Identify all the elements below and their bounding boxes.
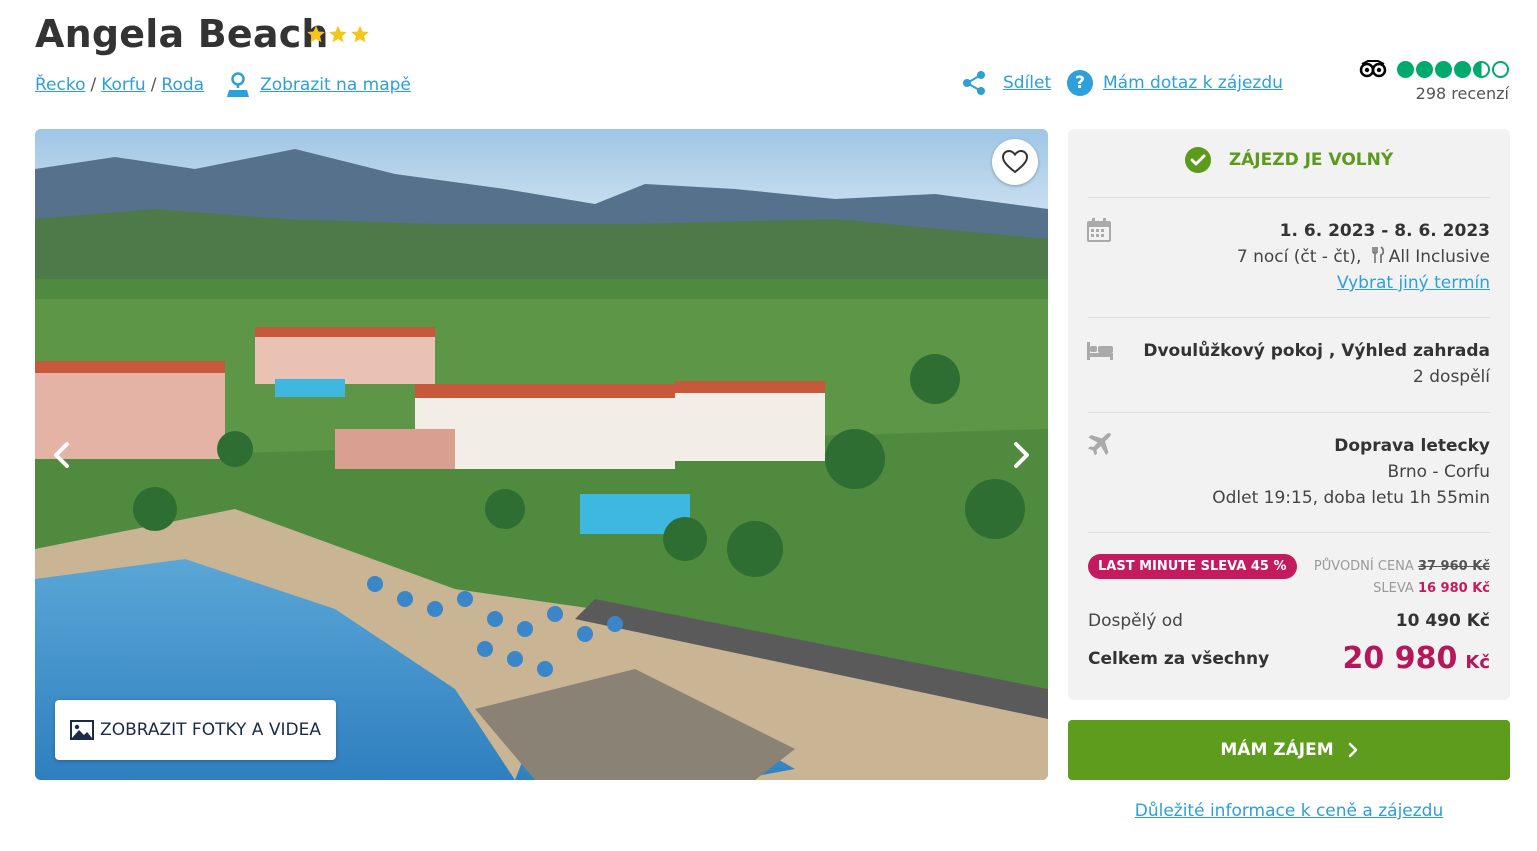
interest-button[interactable]: MÁM ZÁJEM [1068,720,1510,780]
chevron-right-icon [1348,742,1357,758]
review-count: 298 recenzí [1415,84,1509,103]
rating-bubble-icon [1416,60,1433,78]
image-icon [70,720,95,740]
photo-gallery[interactable]: ZOBRAZIT FOTKY A VIDEA [35,129,1048,780]
divider [1088,317,1490,318]
availability-status: ZÁJEZD JE VOLNÝ [1068,147,1510,173]
status-label: ZÁJEZD JE VOLNÝ [1228,150,1394,170]
favorite-button[interactable] [992,139,1038,185]
share-icon [963,71,985,95]
route: Brno - Corfu [1387,462,1491,482]
travel-dates: 1. 6. 2023 - 8. 6. 2023 [1279,221,1490,241]
total-price-row: Celkem za všechny 20 980 Kč [1088,641,1490,676]
price-breakdown: PŮVODNÍ CENA 37 960 Kč SLEVA 16 980 Kč [1314,556,1490,600]
show-photos-button[interactable]: ZOBRAZIT FOTKY A VIDEA [55,700,336,760]
term-info: 1. 6. 2023 - 8. 6. 2023 7 nocí (čt - čt)… [1237,218,1490,296]
chevron-left-icon [54,442,69,468]
map-link[interactable]: Zobrazit na mapě [260,75,411,95]
breadcrumb: Řecko / Korfu / Roda Zobrazit na mapě [35,72,411,98]
check-circle-icon [1184,147,1211,173]
share-button[interactable]: Sdílet [961,70,1051,96]
last-minute-badge: LAST MINUTE SLEVA 45 % [1088,554,1297,579]
star-icon [329,25,347,43]
change-term-link[interactable]: Vybrat jiný termín [1337,273,1490,293]
breadcrumb-separator: / [90,75,97,95]
show-photos-label: ZOBRAZIT FOTKY A VIDEA [100,720,321,740]
star-icon [351,25,369,43]
total-price-label: Celkem za všechny [1088,648,1270,669]
gallery-next-button[interactable] [1002,435,1042,475]
rating-bubble-half-icon [1473,60,1490,78]
breadcrumb-resort[interactable]: Roda [161,75,204,95]
discount-price: 16 980 Kč [1417,581,1490,596]
airplane-icon [1088,433,1111,456]
calendar-icon [1087,218,1111,242]
transport-type: Doprava letecky [1334,436,1490,456]
map-pin-icon [227,72,250,97]
breadcrumb-country[interactable]: Řecko [35,75,86,95]
transport-info: Doprava letecky Brno - Corfu Odlet 19:15… [1212,433,1490,511]
star-rating [306,24,370,44]
question-icon: ? [1067,70,1093,96]
gallery-prev-button[interactable] [41,435,81,475]
total-price: 20 980 [1342,641,1458,676]
cutlery-icon [1371,246,1384,263]
interest-button-label: MÁM ZÁJEM [1220,740,1334,760]
rating-bubble-empty-icon [1492,60,1509,78]
original-price: 37 960 Kč [1417,559,1490,574]
rating-bubble-icon [1435,60,1452,78]
original-price-label: PŮVODNÍ CENA [1313,559,1414,574]
hotel-photo [35,129,1048,780]
star-icon [307,25,325,43]
breadcrumb-separator: / [150,75,157,95]
tripadvisor-owl-icon [1359,60,1387,78]
share-label[interactable]: Sdílet [1003,73,1051,93]
breadcrumb-region[interactable]: Korfu [101,75,145,95]
discount-label: SLEVA [1373,581,1414,596]
map-link-container[interactable]: Zobrazit na mapě [226,72,411,98]
booking-panel: ZÁJEZD JE VOLNÝ 1. 6. 2023 - 8. 6. 2023 … [1068,129,1510,700]
room-type: Dvoulůžkový pokoj , Výhled zahrada [1143,341,1490,361]
important-info-container: Důležité informace k ceně a zájezdu [1068,801,1510,821]
adult-price-label: Dospělý od [1088,611,1183,631]
adult-price: 10 490 Kč [1395,611,1490,631]
flight-details: Odlet 19:15, doba letu 1h 55min [1212,488,1490,508]
board-type: All Inclusive [1388,247,1490,267]
question-label[interactable]: Mám dotaz k zájezdu [1103,73,1283,93]
heart-icon [1002,150,1028,174]
adult-price-row: Dospělý od 10 490 Kč [1088,611,1490,631]
rating-bubble-icon [1397,60,1414,78]
question-button[interactable]: ? Mám dotaz k zájezdu [1067,70,1283,96]
rating-bubble-icon [1454,60,1471,78]
divider [1088,532,1490,533]
room-info: Dvoulůžkový pokoj , Výhled zahrada 2 dos… [1143,338,1490,390]
divider [1088,412,1490,413]
chevron-right-icon [1014,442,1029,468]
bed-icon [1087,342,1113,360]
nights-count: 7 nocí (čt - čt), [1236,247,1362,267]
divider [1088,197,1490,198]
important-info-link[interactable]: Důležité informace k ceně a zájezdu [1135,801,1444,821]
tripadvisor-rating[interactable]: 298 recenzí [1359,60,1509,103]
persons: 2 dospělí [1413,367,1490,387]
hotel-title: Angela Beach [35,12,329,56]
total-currency: Kč [1465,652,1490,673]
